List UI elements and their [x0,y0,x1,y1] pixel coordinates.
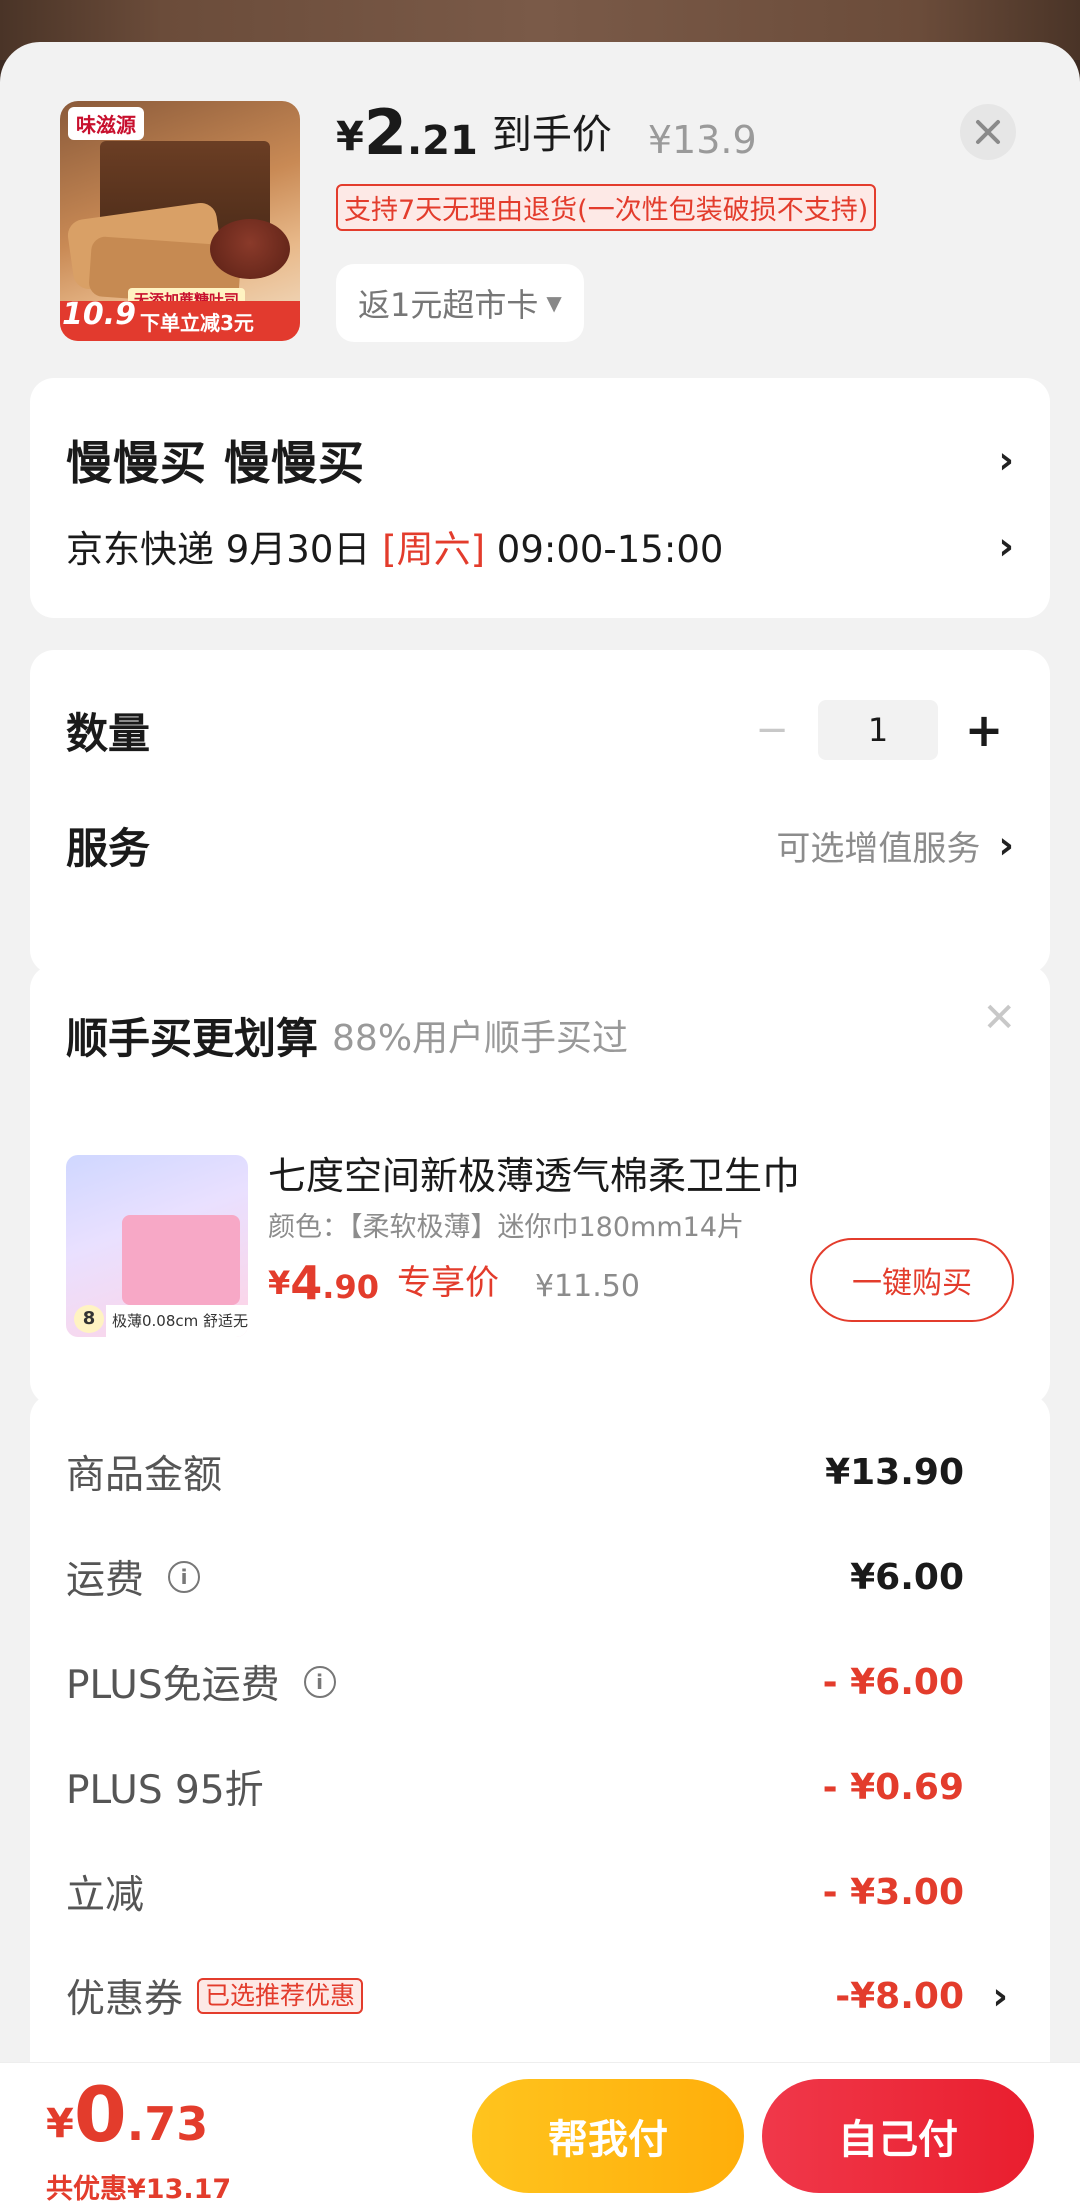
close-icon[interactable]: ✕ [982,995,1016,1041]
upsell-product-spec: 颜色：【柔软极薄】迷你巾180mm14片 [268,1212,744,1243]
upsell-price-tag: 专享价 [396,1263,499,1303]
address-card: 慢慢买 慢慢买 › 京东快递 9月30日 [周六] 09:00-15:00 › [30,378,1050,618]
close-icon [976,120,1000,144]
image-badge: 8 [74,1305,104,1333]
self-pay-button[interactable]: 自己付 [762,2079,1034,2193]
info-icon[interactable]: i [168,1561,201,1593]
summary-value: - ¥0.69 [822,1766,964,1808]
upsell-original-price: ¥11.50 [534,1269,640,1304]
promo-text: 下单立减3元 [140,311,254,335]
upsell-product-image[interactable]: 8 极薄0.08cm 舒适无感 [66,1155,248,1337]
checkout-bar: ¥ 0 .73 共优惠¥13.17 帮我付 自己付 [0,2062,1080,2207]
summary-row-subtotal: 商品金额 ¥13.90 [66,1442,1014,1502]
pad-package-graphic [122,1215,240,1305]
summary-label: 运费 i [66,1549,201,1605]
increase-button[interactable]: + [954,703,1014,757]
recommended-coupon-tag: 已选推荐优惠 [197,1978,364,2014]
summary-label: PLUS免运费 i [66,1654,336,1710]
summary-label: PLUS 95折 [66,1768,264,1813]
summary-label: 优惠券 已选推荐优惠 [66,1968,364,2024]
address-row[interactable]: 慢慢买 慢慢买 › [66,430,1014,490]
image-band: 极薄0.08cm 舒适无感 [106,1305,248,1337]
brand-label: 味滋源 [68,107,144,140]
upsell-title: 顺手买更划算 [66,1013,319,1063]
summary-value: -¥8.00 [835,1975,964,2017]
product-header: 味滋源 无添加蔗糖吐司 10.9 下单立减3元 ¥ 2 .21 到手价 ¥13.… [0,42,1080,372]
summary-row-plus-discount: PLUS 95折 - ¥0.69 [66,1757,1014,1817]
final-price: ¥ 2 .21 到手价 ¥13.9 [336,98,757,168]
coupon-chip[interactable]: 返1元超市卡 ▼ [336,264,584,342]
total-currency: ¥ [46,2101,74,2147]
upsell-card: 顺手买更划算 88%用户顺手买过 ✕ 8 极薄0.08cm 舒适无感 七度空间新… [30,965,1050,1405]
chevron-right-icon: › [998,438,1014,482]
chevron-down-icon: ▼ [546,291,562,315]
quantity-value[interactable]: 1 [818,700,938,760]
shipping-row[interactable]: 京东快递 9月30日 [周六] 09:00-15:00 › [66,518,1014,574]
summary-row-shipping: 运费 i ¥6.00 [66,1547,1014,1607]
price-label: 到手价 [491,112,612,158]
summary-value: ¥13.90 [825,1451,964,1493]
upsell-price-decimal: .90 [322,1268,379,1306]
quantity-service-card: 数量 − 1 + 服务 可选增值服务 › [30,650,1050,974]
price-decimal: .21 [406,118,478,164]
upsell-price-integer: 4 [290,1256,323,1310]
close-button[interactable] [960,104,1016,160]
shipping-info: 京东快递 9月30日 [周六] 09:00-15:00 [66,528,724,571]
quantity-stepper: − 1 + [742,700,1014,760]
product-thumbnail[interactable]: 味滋源 无添加蔗糖吐司 10.9 下单立减3元 [60,101,300,341]
price-integer: 2 [363,96,407,169]
chevron-right-icon: › [998,823,1014,867]
recipient-name: 慢慢买 慢慢买 [66,436,366,490]
service-label: 服务 [66,823,151,873]
total-savings: 共优惠¥13.17 [46,2174,232,2205]
upsell-header: 顺手买更划算 88%用户顺手买过 [66,1005,1014,1065]
total-decimal: .73 [126,2097,209,2151]
total-price: ¥ 0 .73 [46,2077,208,2153]
summary-value: - ¥6.00 [822,1661,964,1703]
price-currency: ¥ [336,114,364,160]
quantity-row: 数量 − 1 + [66,695,1014,765]
chevron-right-icon: › [992,1974,1008,2018]
summary-row-coupon[interactable]: 优惠券 已选推荐优惠 -¥8.00 › [66,1966,1014,2026]
upsell-price: ¥ 4 .90 专享价 ¥11.50 [268,1255,640,1306]
upsell-subtitle: 88%用户顺手买过 [332,1018,629,1059]
shipping-day: [周六] [382,528,486,571]
service-row[interactable]: 服务 可选增值服务 › [66,810,1014,880]
summary-value: - ¥3.00 [822,1871,964,1913]
original-price: ¥13.9 [647,118,757,162]
decrease-button[interactable]: − [742,707,802,753]
summary-label: 商品金额 [66,1453,223,1498]
grain-bowl-graphic [210,219,290,279]
summary-value: ¥6.00 [850,1556,964,1598]
price-summary-card: 商品金额 ¥13.90 运费 i ¥6.00 PLUS免运费 i - ¥6.00 P… [30,1394,1050,2134]
return-policy-badge: 支持7天无理由退货(一次性包装破损不支持) [336,184,877,231]
service-hint: 可选增值服务 [776,828,981,869]
promo-price: 10.9 [62,297,137,332]
upsell-product-name[interactable]: 七度空间新极薄透气棉柔卫生巾 [268,1145,800,1200]
coupon-chip-label: 返1元超市卡 [358,286,539,324]
help-pay-button[interactable]: 帮我付 [472,2079,744,2193]
total-integer: 0 [73,2070,127,2159]
promo-price-band: 10.9 下单立减3元 [60,297,300,341]
upsell-price-currency: ¥ [268,1264,291,1302]
chevron-right-icon: › [998,524,1014,568]
summary-row-plus-free-shipping: PLUS免运费 i - ¥6.00 [66,1652,1014,1712]
quantity-label: 数量 [66,708,151,758]
summary-row-instant-discount: 立减 - ¥3.00 [66,1862,1014,1922]
summary-label: 立减 [66,1873,145,1918]
info-icon[interactable]: i [303,1666,336,1698]
one-click-buy-button[interactable]: 一键购买 [810,1238,1014,1322]
checkout-sheet: 味滋源 无添加蔗糖吐司 10.9 下单立减3元 ¥ 2 .21 到手价 ¥13.… [0,42,1080,2207]
